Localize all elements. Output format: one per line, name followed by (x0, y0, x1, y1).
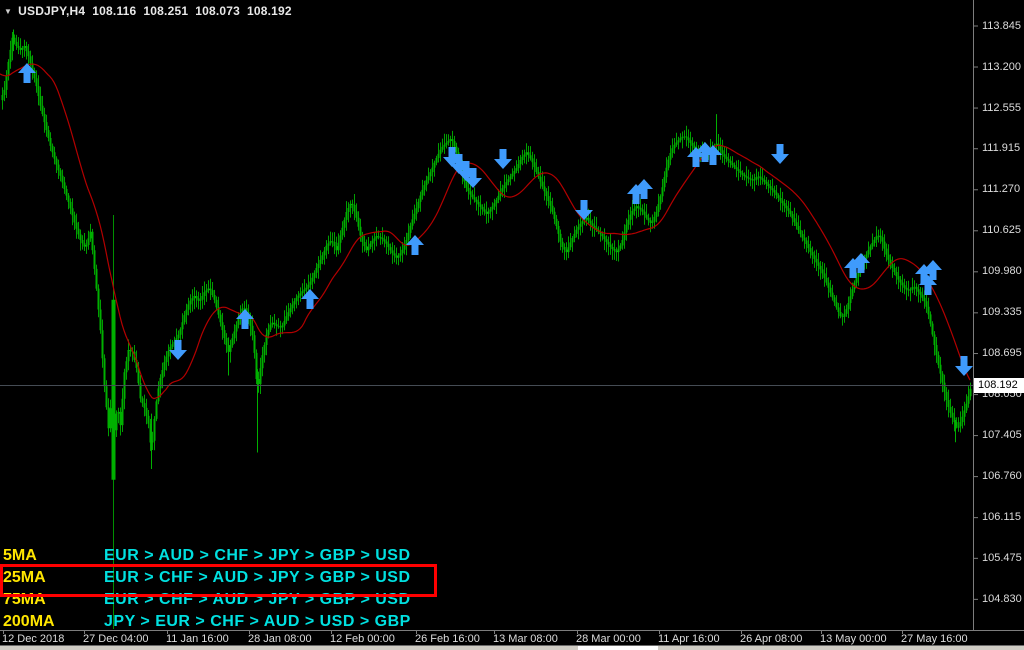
ma-period-label: 200MA (3, 613, 55, 631)
candle-bodies (3, 38, 971, 443)
currency-order-value: JPY > EUR > CHF > AUD > USD > GBP (104, 613, 411, 631)
price-axis-label: 113.845 (982, 20, 1021, 32)
price-axis-label: 106.115 (982, 511, 1021, 523)
time-axis-label: 13 Mar 08:00 (493, 633, 558, 645)
time-axis-label: 26 Feb 16:00 (415, 633, 480, 645)
price-axis-label: 107.405 (982, 429, 1022, 441)
time-axis-label: 12 Feb 00:00 (330, 633, 395, 645)
plot-area[interactable] (0, 29, 973, 629)
ohlc-high: 108.251 (143, 4, 188, 18)
price-axis[interactable]: 113.845 113.200 112.555 111.915 111.270 110.6… (973, 0, 1024, 630)
price-axis-label: 109.335 (982, 306, 1022, 318)
price-axis-label: 105.475 (982, 552, 1022, 564)
time-axis-label: 12 Dec 2018 (2, 633, 64, 645)
time-axis-label: 11 Jan 16:00 (166, 633, 229, 645)
highlight-box (0, 564, 437, 597)
signal-arrow-down-icon (494, 149, 512, 169)
ma-strength-row: 200MA JPY > EUR > CHF > AUD > USD > GBP (0, 612, 440, 634)
ohlc-low: 108.073 (195, 4, 240, 18)
time-axis-label: 28 Jan 08:00 (248, 633, 312, 645)
candle-wicks (3, 32, 971, 451)
signal-arrow-down-icon (771, 144, 789, 164)
horizontal-scrollbar[interactable] (0, 645, 1024, 650)
price-axis-label: 111.270 (982, 183, 1020, 195)
time-axis-label: 11 Apr 16:00 (658, 633, 720, 645)
symbol-dropdown-icon[interactable]: ▼ (4, 7, 12, 16)
symbol-label: USDJPY,H4 (18, 4, 85, 18)
price-axis-label: 110.625 (982, 224, 1021, 236)
price-axis-label: 113.200 (982, 61, 1021, 73)
ma-period-label: 5MA (3, 547, 37, 565)
price-axis-label: 108.695 (982, 347, 1022, 359)
signal-arrow-down-icon (169, 340, 187, 360)
price-axis-label: 109.980 (982, 265, 1022, 277)
price-axis-label: 104.830 (982, 593, 1022, 605)
time-axis-label: 26 Apr 08:00 (740, 633, 802, 645)
ohlc-close: 108.192 (247, 4, 292, 18)
signal-arrow-up-icon (301, 289, 319, 309)
scrollbar-thumb[interactable] (578, 646, 658, 650)
price-axis-label: 112.555 (982, 102, 1021, 114)
time-axis-label: 13 May 00:00 (820, 633, 887, 645)
signal-arrow-down-icon (955, 356, 973, 376)
currency-order-value: EUR > AUD > CHF > JPY > GBP > USD (104, 547, 411, 565)
ohlc-open: 108.116 (92, 4, 136, 18)
price-axis-label: 106.760 (982, 470, 1022, 482)
mt4-chart-window: ▼ USDJPY,H4 108.116 108.251 108.073 108.192 1… (0, 0, 1024, 650)
ma-line (0, 64, 970, 399)
time-axis-label: 27 May 16:00 (901, 633, 968, 645)
time-axis-label: 28 Mar 00:00 (576, 633, 641, 645)
time-axis-label: 27 Dec 04:00 (83, 633, 148, 645)
price-axis-label: 111.915 (982, 142, 1020, 154)
current-price-badge: 108.192 (974, 378, 1024, 393)
chart-header: ▼ USDJPY,H4 108.116 108.251 108.073 108.192 (4, 4, 292, 18)
